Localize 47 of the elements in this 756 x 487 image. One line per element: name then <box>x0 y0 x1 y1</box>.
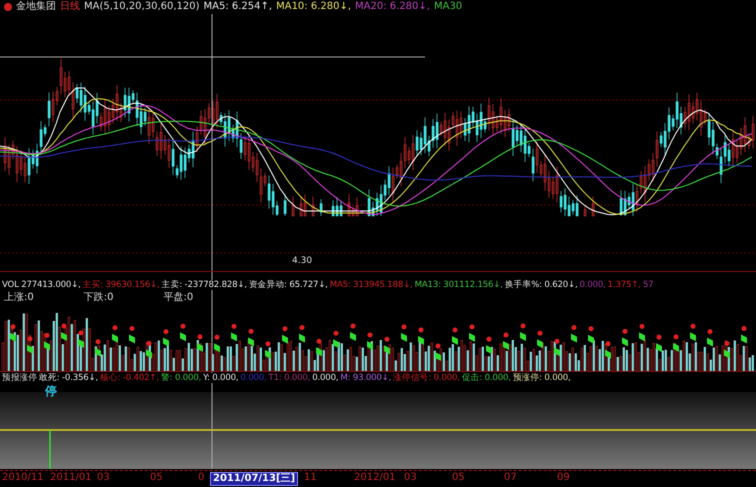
date-label: 05 <box>451 472 466 484</box>
indicator-value: Y: 0.000, <box>203 373 238 384</box>
date-label: 11 <box>303 472 318 484</box>
indicator-value: 0.000, <box>240 373 267 384</box>
count-label: 下跌:0 <box>84 292 114 304</box>
indicator-value: 主买: 39630.156↓, <box>82 280 160 290</box>
count-label: 上涨:0 <box>4 292 34 304</box>
indicator-value: 0.000, <box>312 373 338 384</box>
date-label: 2011/07/13[三] <box>210 472 298 486</box>
count-label: 平盘:0 <box>163 292 194 304</box>
indicator-value: 核心: -0.402↑, <box>100 373 159 384</box>
indicator-title: 预报涨停 <box>2 373 38 384</box>
indicator-value: 57 <box>642 280 654 290</box>
indicator-value: 资金异动: 65.727↓, <box>248 280 328 290</box>
record-icon <box>4 3 12 11</box>
indicator-value: 主卖: -237782.828↓, <box>162 280 247 290</box>
indicator-value: 0.000, <box>580 280 606 290</box>
chart-period: 日线 <box>60 1 80 13</box>
date-label: 05 <box>149 472 164 484</box>
indicator-value: 预涨停: 0.000, <box>512 373 571 384</box>
date-label: 2012/01 <box>353 472 397 484</box>
indicator-value: 1.375↑, <box>608 280 641 290</box>
date-label: 09 <box>556 472 571 484</box>
date-label: 2010/11 <box>1 472 45 484</box>
indicator-value: T1: 0.000, <box>268 373 310 384</box>
indicator-spike <box>49 430 51 469</box>
indicator-value: 涨停信号: 0.000, <box>393 373 460 384</box>
indicator-value: MA5: 6.254↑, <box>204 1 272 13</box>
date-label: 03 <box>96 472 111 484</box>
indicator-value: MA20: 6.280↓, <box>355 1 430 13</box>
indicator-value: MA5: 313945.188↓, <box>330 280 413 290</box>
indicator-value: M: 93.000↓, <box>340 373 392 384</box>
date-label: 03 <box>403 472 418 484</box>
signal-label: 停 <box>45 384 57 398</box>
indicator-value: 敢死: -0.356↓, <box>39 373 98 384</box>
ma-label: MA(5,10,20,30,60,120) <box>84 1 200 13</box>
date-label: 0 <box>197 472 206 484</box>
price-marker: 4.30 <box>292 256 312 267</box>
indicator-value: MA10: 6.280↓, <box>276 1 352 13</box>
indicator-value: 促击: 0.000, <box>462 373 511 384</box>
indicator-value: 警: 0.000, <box>160 373 202 384</box>
stock-name: 金地集团 <box>16 1 56 13</box>
indicator-value: VOL 277413.000↓, <box>2 280 81 290</box>
indicator-value: MA13: 301112.156↓, <box>414 280 503 290</box>
indicator-value: 换手率%: 0.620↓, <box>504 280 578 290</box>
date-label: 07 <box>503 472 518 484</box>
date-label: 2011/01 <box>49 472 93 484</box>
